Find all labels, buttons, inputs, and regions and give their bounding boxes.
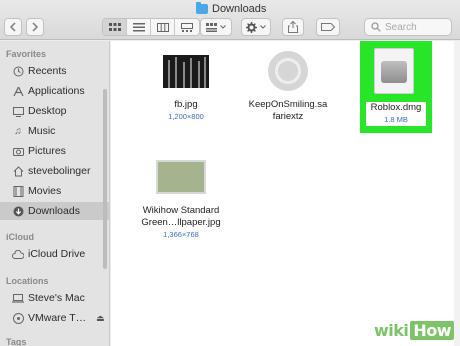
eject-icon[interactable]: ⏏: [96, 313, 105, 324]
fb-jpg-thumbnail[interactable]: [163, 55, 209, 88]
share-button[interactable]: [282, 18, 304, 36]
sidebar-item-downloads[interactable]: Downloads: [0, 202, 109, 220]
search-icon: [371, 22, 381, 32]
sidebar-item-label: stevebolinger: [28, 165, 91, 177]
sidebar-item-label: iCloud Drive: [28, 248, 86, 260]
gear-icon: [246, 21, 257, 33]
chevron-right-icon: [32, 22, 39, 32]
sidebar: Favorites Recents Applications Desktop ♫…: [0, 41, 110, 346]
file-name-line1: KeepOnSmiling.sa: [248, 99, 328, 110]
disk-icon: [12, 312, 24, 324]
file-name-line1: Wikihow Standard: [142, 205, 220, 216]
cloud-icon: [12, 248, 24, 260]
music-icon: ♫: [14, 125, 22, 137]
wallpaper-thumbnail[interactable]: [156, 160, 206, 194]
sidebar-item-icloud-drive[interactable]: iCloud Drive: [0, 245, 109, 263]
sidebar-item-pictures[interactable]: Pictures: [0, 142, 109, 160]
group-by-button[interactable]: [200, 18, 232, 36]
home-icon: [12, 165, 24, 177]
icon-view-icon: [108, 22, 121, 31]
chevron-left-icon: [9, 22, 16, 32]
applications-icon: [12, 85, 24, 97]
sidebar-scrollbar[interactable]: [103, 89, 107, 269]
sidebar-item-label: Steve's Mac: [28, 292, 85, 304]
list-view-icon: [132, 22, 145, 31]
favorites-header: Favorites: [6, 49, 47, 59]
sidebar-item-recents[interactable]: Recents: [0, 62, 109, 80]
content-scrollbar[interactable]: [454, 41, 460, 346]
chevron-down-icon: [220, 25, 226, 29]
file-name-line2: Green…llpaper.jpg: [141, 217, 221, 228]
view-mode-segmented-control: [102, 18, 200, 36]
sidebar-item-desktop[interactable]: Desktop: [0, 102, 109, 120]
tag-icon: [321, 23, 335, 31]
sidebar-item-steves-mac[interactable]: Steve's Mac: [0, 289, 109, 307]
file-browser-content: fb.jpg 1,200×800 KeepOnSmiling.sa fariex…: [111, 41, 460, 346]
chevron-down-icon: [260, 25, 266, 29]
sidebar-item-label: Downloads: [28, 205, 80, 217]
file-item-keeponsmiling[interactable]: KeepOnSmiling.sa fariextz: [233, 99, 343, 123]
search-field[interactable]: Search: [364, 18, 452, 36]
file-name: Roblox.dmg: [370, 102, 422, 113]
group-icon: [206, 22, 217, 32]
search-placeholder: Search: [385, 21, 417, 33]
file-item-fb[interactable]: fb.jpg 1,200×800: [131, 99, 241, 121]
file-dimensions: 1,366×768: [163, 230, 199, 239]
icloud-header: iCloud: [6, 232, 34, 242]
gallery-view-button[interactable]: [175, 19, 199, 35]
file-name: fb.jpg: [174, 99, 198, 110]
file-dimensions: 1,200×800: [168, 112, 204, 121]
camera-icon: [12, 145, 24, 157]
sidebar-item-movies[interactable]: Movies: [0, 182, 109, 200]
sidebar-item-label: Movies: [28, 185, 62, 197]
back-button[interactable]: [4, 18, 22, 36]
laptop-icon: [12, 292, 24, 304]
list-view-button[interactable]: [127, 19, 151, 35]
icon-view-button[interactable]: [103, 19, 127, 35]
file-item-roblox[interactable]: Roblox.dmg 1.8 MB: [366, 102, 426, 124]
file-item-wikihow-wallpaper[interactable]: Wikihow Standard Green…llpaper.jpg 1,366…: [126, 205, 236, 239]
file-name-line2: fariextz: [272, 111, 304, 122]
window-title: Downloads: [196, 2, 266, 16]
column-view-icon: [156, 22, 169, 32]
file-size: 1.8 MB: [384, 115, 408, 124]
sidebar-item-music[interactable]: ♫ Music: [0, 122, 109, 140]
tags-header: Tags: [6, 337, 27, 346]
gallery-view-icon: [181, 22, 193, 32]
download-icon: [12, 205, 24, 217]
sidebar-item-label: Pictures: [28, 145, 66, 157]
share-icon: [288, 21, 298, 33]
disk-image-icon: [381, 61, 407, 83]
desktop-icon: [12, 105, 24, 117]
sidebar-item-vmware[interactable]: VMware T… ⏏: [0, 309, 109, 327]
sidebar-item-label: Applications: [28, 85, 85, 97]
sidebar-item-home[interactable]: stevebolinger: [0, 162, 109, 180]
wikihow-watermark: wiki How: [374, 321, 454, 340]
sidebar-item-label: Music: [28, 125, 56, 137]
sidebar-item-label: VMware T…: [28, 312, 87, 324]
forward-button[interactable]: [26, 18, 44, 36]
action-menu-button[interactable]: [241, 18, 271, 36]
sidebar-item-label: Recents: [28, 65, 67, 77]
folder-icon: [196, 2, 208, 14]
film-icon: [12, 185, 24, 197]
safari-extension-icon[interactable]: [268, 51, 308, 91]
sidebar-item-label: Desktop: [28, 105, 67, 117]
locations-header: Locations: [6, 276, 49, 286]
column-view-button[interactable]: [151, 19, 175, 35]
tags-button[interactable]: [316, 18, 340, 36]
sidebar-item-applications[interactable]: Applications: [0, 82, 109, 100]
toolbar: Downloads Search: [0, 0, 460, 40]
clock-icon: [12, 65, 24, 77]
